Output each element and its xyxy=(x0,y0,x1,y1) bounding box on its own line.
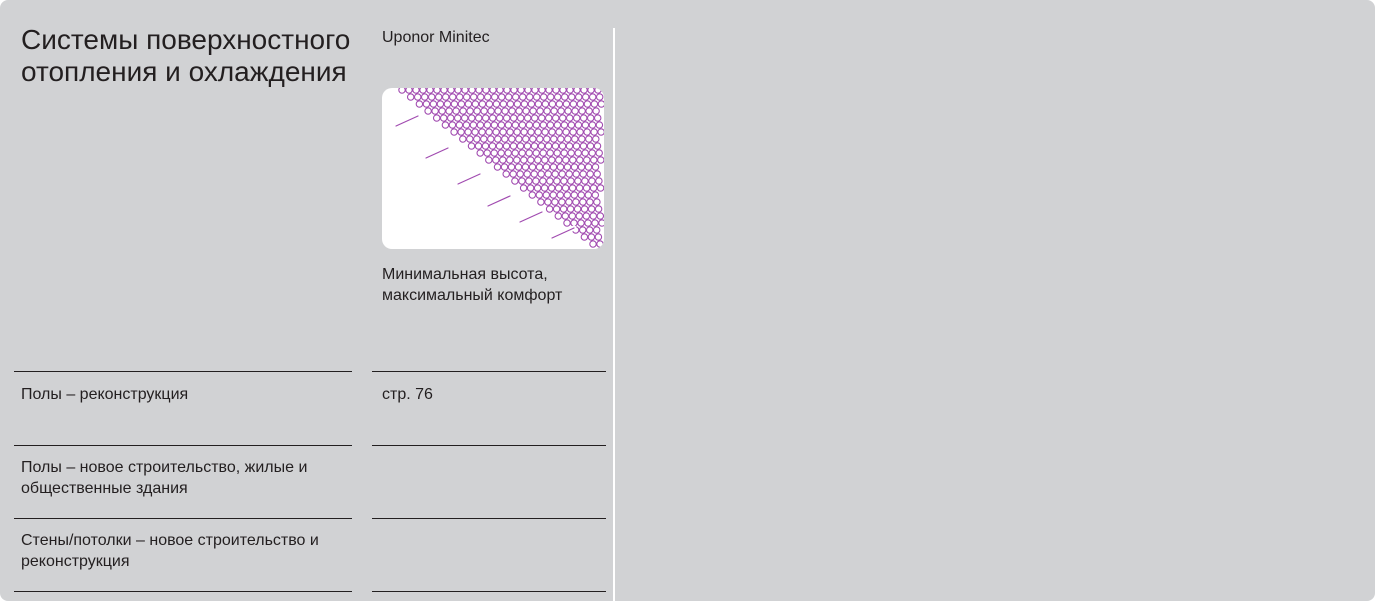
row-divider xyxy=(14,518,352,519)
row-divider xyxy=(372,591,606,592)
product-image-card xyxy=(382,88,604,249)
row-label-floors-new: Полы – новое строительство, жилые и обще… xyxy=(21,459,308,497)
row-label-walls-ceilings: Стены/потолки – новое строительство и ре… xyxy=(21,532,319,570)
row-divider xyxy=(372,371,606,372)
pipe-stub xyxy=(551,227,575,239)
minitec-panel-image xyxy=(393,88,604,248)
page-title: Системы поверхностного отопления и охлаж… xyxy=(21,24,351,87)
product-name: Uponor Minitec xyxy=(382,29,490,46)
pipe-stub xyxy=(519,211,543,223)
page-panel: Системы поверхностного отопления и охлаж… xyxy=(0,0,1375,601)
product-description: Минимальная высота, максимальный комфорт xyxy=(382,266,563,304)
row-divider xyxy=(14,445,352,446)
pipe-stub xyxy=(487,195,511,207)
row-divider xyxy=(14,371,352,372)
column-divider xyxy=(613,28,615,601)
row-divider xyxy=(372,518,606,519)
row-divider xyxy=(14,591,352,592)
minitec-grid xyxy=(393,88,604,248)
row-value-page: стр. 76 xyxy=(382,386,433,403)
pipe-stub xyxy=(395,115,419,127)
row-divider xyxy=(372,445,606,446)
row-label-floors-renovation: Полы – реконструкция xyxy=(21,386,189,403)
pipe-stub xyxy=(457,173,481,185)
pipe-stub xyxy=(425,147,449,159)
